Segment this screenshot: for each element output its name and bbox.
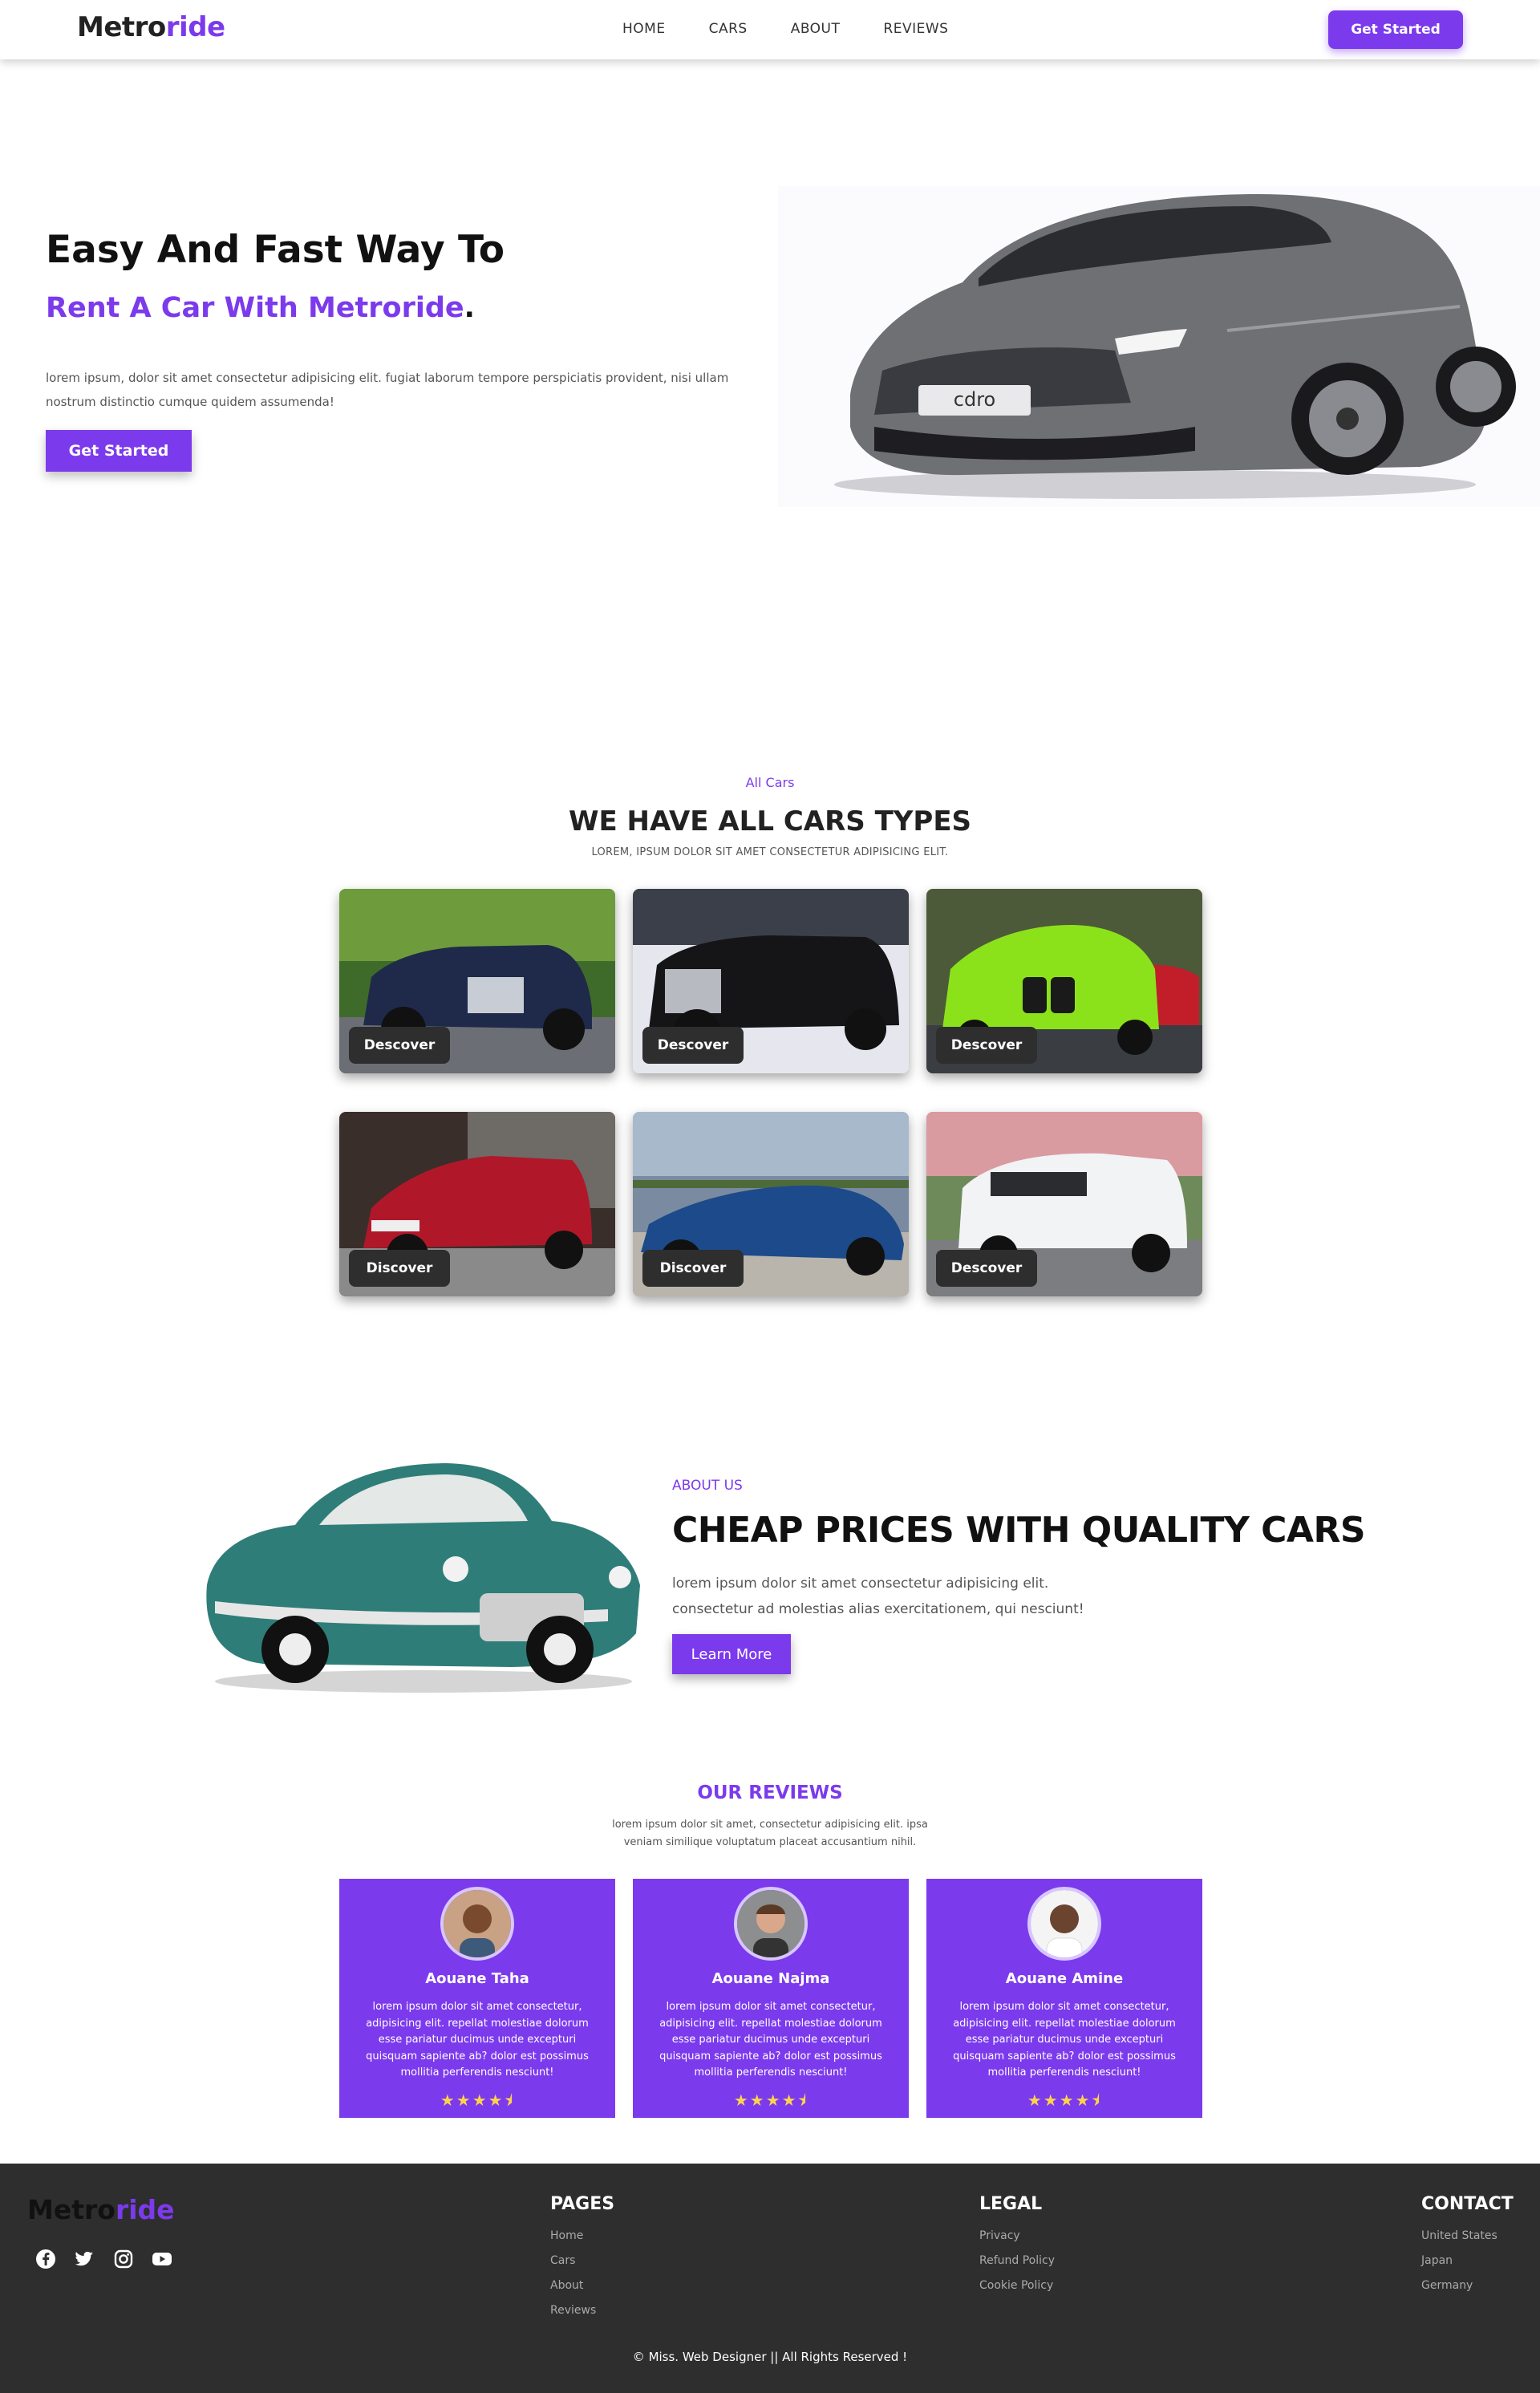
review-card: Aouane Amine lorem ipsum dolor sit amet …	[926, 1879, 1202, 2118]
star-rating: ★★★★⯨	[440, 2091, 515, 2110]
logo-main: Metro	[77, 11, 166, 43]
car-card-rolls-black[interactable]: Descover	[633, 889, 909, 1073]
footer-contact-germany[interactable]: Germany	[1421, 2279, 1473, 2292]
reviews-title: OUR REVIEWS	[697, 1783, 843, 1803]
footer-contact-japan[interactable]: Japan	[1421, 2254, 1453, 2267]
about-classic-car-image	[191, 1449, 648, 1697]
footer-legal-title: LEGAL	[979, 2194, 1043, 2214]
cars-title: WE HAVE ALL CARS TYPES	[568, 805, 972, 838]
nav-link-reviews[interactable]: REVIEWS	[883, 21, 948, 37]
hero-car-image: cdro	[778, 186, 1540, 507]
reviewer-name: Aouane Najma	[711, 1970, 830, 1987]
discover-button[interactable]: Discover	[349, 1250, 450, 1287]
car-card-rolls-blue[interactable]: Descover	[339, 889, 615, 1073]
nav-links: HOME CARS ABOUT REVIEWS	[622, 21, 991, 37]
about-title: CHEAP PRICES WITH QUALITY CARS	[672, 1510, 1366, 1551]
nav-get-started-button[interactable]: Get Started	[1328, 10, 1463, 49]
discover-button[interactable]: Descover	[936, 1027, 1037, 1064]
avatar	[1027, 1887, 1101, 1961]
car-card-kia-white[interactable]: Descover	[926, 1112, 1202, 1296]
footer: Metroride PAGES Home Cars About Reviews …	[0, 2164, 1540, 2393]
hero-subtitle-text: Rent A Car With Metroride	[46, 292, 464, 324]
footer-contact-united-states[interactable]: United States	[1421, 2229, 1497, 2242]
reviewer-name: Aouane Amine	[1005, 1970, 1124, 1987]
review-text: lorem ipsum dolor sit amet consectetur, …	[953, 2001, 1176, 2079]
hero-get-started-button[interactable]: Get Started	[46, 430, 192, 472]
twitter-icon[interactable]	[74, 2249, 95, 2269]
footer-link-reviews[interactable]: Reviews	[550, 2304, 596, 2317]
car-card-rimac-blue[interactable]: Discover	[633, 1112, 909, 1296]
review-text: lorem ipsum dolor sit amet consectetur, …	[659, 2001, 882, 2079]
hero-description: lorem ipsum, dolor sit amet consectetur …	[46, 371, 729, 409]
review-card: Aouane Najma lorem ipsum dolor sit amet …	[633, 1879, 909, 2118]
instagram-icon[interactable]	[113, 2249, 134, 2269]
discover-button[interactable]: Descover	[349, 1027, 450, 1064]
reviews-description: lorem ipsum dolor sit amet, consectetur …	[612, 1819, 928, 1848]
car-card-peugeot-red[interactable]: Discover	[339, 1112, 615, 1296]
about-kicker: ABOUT US	[672, 1478, 743, 1494]
cars-kicker: All Cars	[745, 775, 795, 790]
hero-plate-text: cdro	[954, 388, 995, 411]
nav-link-about[interactable]: ABOUT	[791, 21, 841, 37]
footer-logo-main: Metro	[27, 2194, 116, 2225]
footer-link-cars[interactable]: Cars	[550, 2254, 575, 2267]
review-card: Aouane Taha lorem ipsum dolor sit amet c…	[339, 1879, 615, 2118]
nav-link-cars[interactable]: CARS	[709, 21, 748, 37]
hero-subtitle-dot: .	[464, 292, 475, 324]
avatar	[440, 1887, 514, 1961]
facebook-icon[interactable]	[35, 2249, 56, 2269]
footer-pages-title: PAGES	[550, 2194, 615, 2214]
avatar	[734, 1887, 808, 1961]
footer-logo-accent: ride	[115, 2194, 175, 2225]
discover-button[interactable]: Descover	[936, 1250, 1037, 1287]
hero-title: Easy And Fast Way To	[46, 228, 505, 272]
nav-link-home[interactable]: HOME	[622, 21, 666, 37]
star-rating: ★★★★⯨	[1027, 2091, 1102, 2110]
logo[interactable]: Metroride	[77, 11, 225, 43]
hero-subtitle: Rent A Car With Metroride.	[46, 292, 475, 324]
footer-contact-title: CONTACT	[1421, 2194, 1514, 2214]
learn-more-button[interactable]: Learn More	[672, 1634, 791, 1674]
cars-description: LOREM, IPSUM DOLOR SIT AMET CONSECTETUR …	[591, 846, 949, 858]
logo-accent: ride	[165, 11, 225, 43]
footer-link-cookie-policy[interactable]: Cookie Policy	[979, 2279, 1053, 2292]
star-rating: ★★★★⯨	[733, 2091, 808, 2110]
footer-link-home[interactable]: Home	[550, 2229, 583, 2242]
navbar: Metroride HOME CARS ABOUT REVIEWS Get St…	[0, 0, 1540, 59]
discover-button[interactable]: Descover	[642, 1027, 744, 1064]
car-card-bmw-green[interactable]: Descover	[926, 889, 1202, 1073]
discover-button[interactable]: Discover	[642, 1250, 744, 1287]
reviewer-name: Aouane Taha	[425, 1970, 529, 1987]
youtube-icon[interactable]	[152, 2249, 172, 2269]
footer-logo[interactable]: Metroride	[27, 2194, 175, 2225]
footer-link-privacy[interactable]: Privacy	[979, 2229, 1020, 2242]
copyright: © Miss. Web Designer || All Rights Reser…	[632, 2350, 908, 2364]
about-description: lorem ipsum dolor sit amet consectetur a…	[672, 1576, 1084, 1617]
review-text: lorem ipsum dolor sit amet consectetur, …	[366, 2001, 589, 2079]
footer-link-about[interactable]: About	[550, 2279, 583, 2292]
footer-link-refund-policy[interactable]: Refund Policy	[979, 2254, 1055, 2267]
